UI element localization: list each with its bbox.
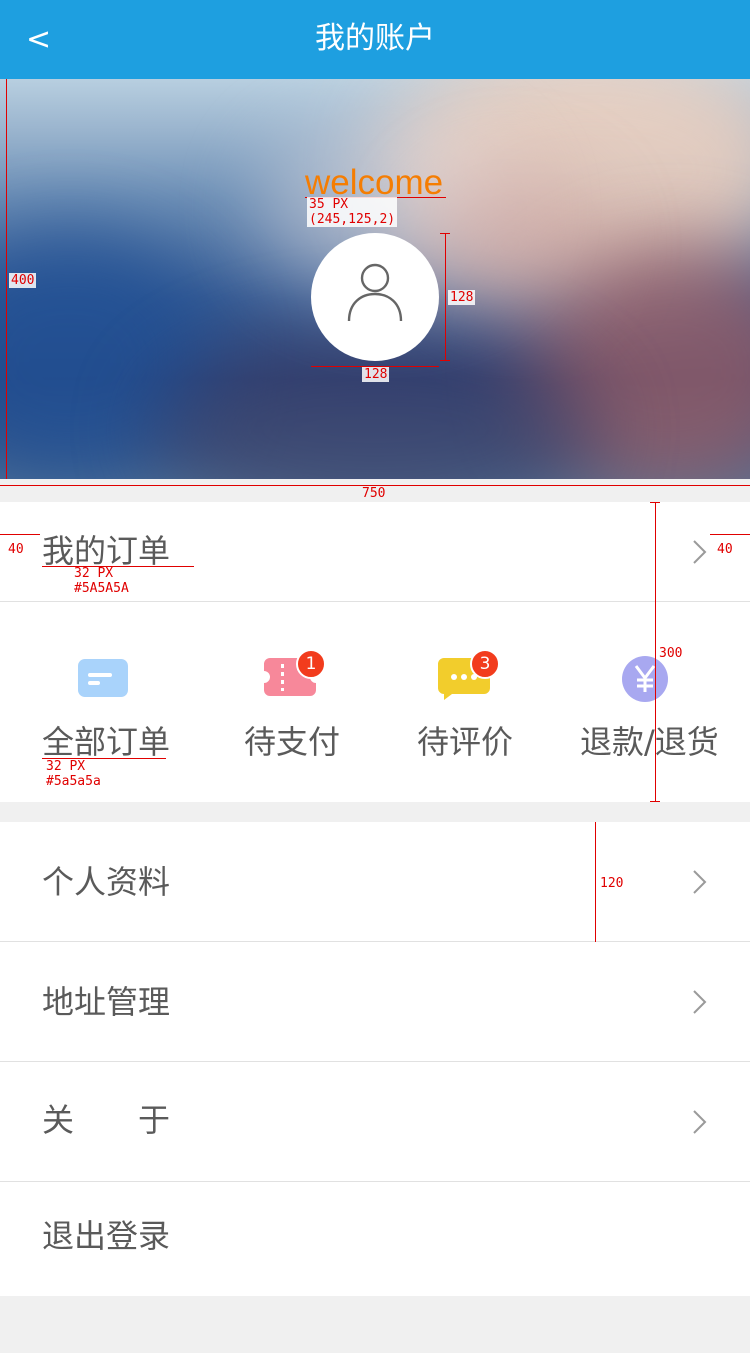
- chevron-right-icon: [693, 990, 707, 1014]
- list-card-icon: [78, 659, 128, 697]
- menu-item-label: 关 于: [42, 1101, 171, 1139]
- menu-list: 个人资料 120 地址管理 关 于 退出登录: [0, 822, 750, 1296]
- menu-item-label: 地址管理: [42, 983, 171, 1021]
- annotation-item-size: 32 PX: [46, 759, 86, 774]
- annotation-pad-right: 40: [717, 542, 733, 557]
- user-icon: [347, 263, 403, 322]
- order-item-pending-review[interactable]: 3 待评价: [375, 602, 555, 802]
- annotation-welcome-size: 35 PX: [309, 197, 349, 212]
- order-item-label: 待支付: [244, 723, 341, 761]
- annotation-row-height: 120: [600, 876, 624, 891]
- page-title: 我的账户: [315, 21, 435, 56]
- annotation-avatar-height: 128: [448, 290, 476, 305]
- menu-item-profile[interactable]: 个人资料 120: [0, 822, 750, 942]
- menu-item-label: 个人资料: [42, 863, 171, 901]
- chevron-right-icon: [693, 1110, 707, 1134]
- app-header: < 我的账户: [0, 0, 750, 79]
- yen-icon: [622, 656, 668, 702]
- badge-count: 3: [470, 649, 500, 679]
- order-item-label: 全部订单: [42, 723, 171, 761]
- order-status-grid: 全部订单 32 PX #5a5a5a 1 待支付 3 待评价 退款/退货: [0, 602, 750, 802]
- order-item-refund[interactable]: 退款/退货: [555, 602, 750, 802]
- my-orders-title: 我的订单: [42, 532, 171, 570]
- menu-item-address[interactable]: 地址管理: [0, 942, 750, 1062]
- order-item-all[interactable]: 全部订单 32 PX #5a5a5a: [0, 602, 205, 802]
- profile-banner: welcome 35 PX (245,125,2) 400 128 128: [0, 79, 750, 479]
- menu-item-logout[interactable]: 退出登录: [0, 1182, 750, 1296]
- badge-count: 1: [296, 649, 326, 679]
- annotation-section-height: 300: [659, 646, 683, 661]
- annotation-pad-left: 40: [8, 542, 24, 557]
- order-item-label: 待评价: [417, 723, 514, 761]
- annotation-item-color: #5a5a5a: [46, 774, 101, 789]
- chevron-right-icon: [693, 540, 707, 564]
- annotation-welcome-rgb: (245,125,2): [309, 212, 396, 227]
- order-item-pending-payment[interactable]: 1 待支付: [205, 602, 375, 802]
- annotation-avatar-width: 128: [362, 367, 390, 382]
- menu-item-about[interactable]: 关 于: [0, 1062, 750, 1182]
- annotation-page-width: 750: [362, 486, 386, 501]
- my-orders-row[interactable]: 我的订单 40 40 32 PX #5A5A5A: [0, 502, 750, 602]
- annotation-title-size: 32 PX: [74, 566, 114, 581]
- chevron-right-icon: [693, 870, 707, 894]
- avatar[interactable]: [311, 233, 439, 361]
- annotation-title-color: #5A5A5A: [74, 581, 129, 596]
- annotation-hero-height: 400: [9, 273, 37, 288]
- order-item-label: 退款/退货: [580, 723, 719, 761]
- menu-item-label: 退出登录: [42, 1217, 171, 1255]
